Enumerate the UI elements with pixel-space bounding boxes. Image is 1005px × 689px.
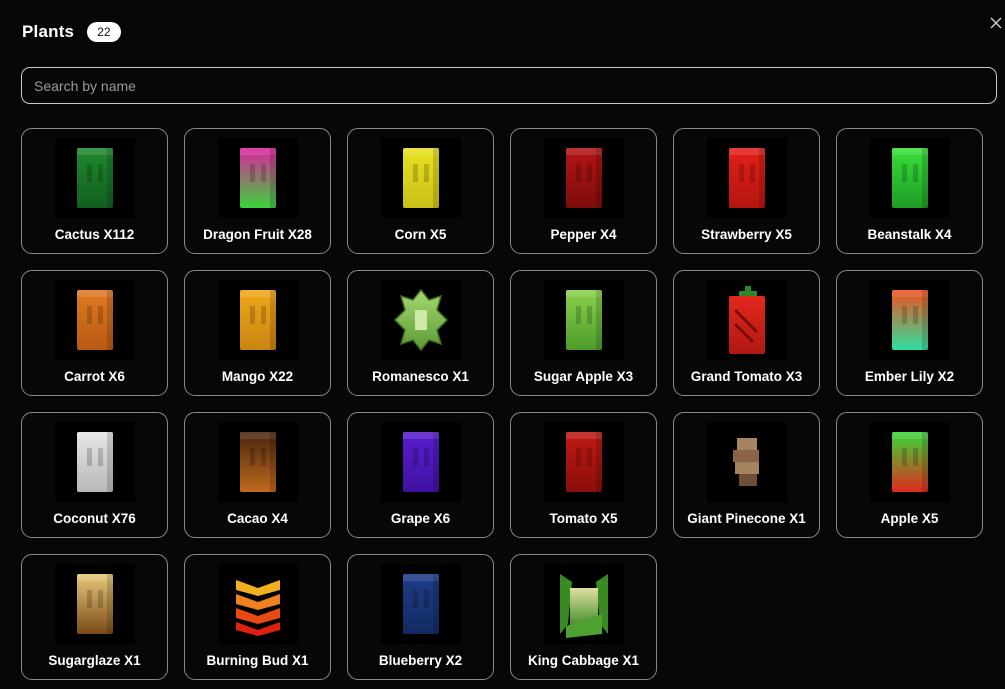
- strawberry-icon: [707, 138, 787, 218]
- plant-card[interactable]: Giant Pinecone X1: [673, 412, 820, 538]
- plant-label: Mango X22: [221, 369, 294, 384]
- sugar-apple-icon: [544, 280, 624, 360]
- plant-card[interactable]: Ember Lily X2: [836, 270, 983, 396]
- plant-card[interactable]: Apple X5: [836, 412, 983, 538]
- plant-card[interactable]: Grape X6: [347, 412, 494, 538]
- plant-label: Sugar Apple X3: [533, 369, 634, 384]
- plant-card[interactable]: Dragon Fruit X28: [184, 128, 331, 254]
- plant-label: Burning Bud X1: [206, 653, 309, 668]
- plant-label: Tomato X5: [549, 511, 618, 526]
- plant-card[interactable]: Corn X5: [347, 128, 494, 254]
- plant-card[interactable]: Grand Tomato X3: [673, 270, 820, 396]
- plant-card[interactable]: Romanesco X1: [347, 270, 494, 396]
- plant-label: Apple X5: [880, 511, 939, 526]
- burning-bud-icon: [218, 564, 298, 644]
- plant-label: Grape X6: [390, 511, 451, 526]
- romanesco-icon: [381, 280, 461, 360]
- plant-card[interactable]: Beanstalk X4: [836, 128, 983, 254]
- corn-icon: [381, 138, 461, 218]
- plant-label: Cacao X4: [227, 511, 288, 526]
- cacao-icon: [218, 422, 298, 502]
- plant-card[interactable]: Sugar Apple X3: [510, 270, 657, 396]
- beanstalk-icon: [870, 138, 950, 218]
- count-badge: 22: [87, 22, 121, 42]
- grand-tomato-icon: [707, 280, 787, 360]
- plant-card[interactable]: Pepper X4: [510, 128, 657, 254]
- plant-card[interactable]: Cactus X112: [21, 128, 168, 254]
- tomato-icon: [544, 422, 624, 502]
- plant-label: Pepper X4: [550, 227, 617, 242]
- plant-label: Strawberry X5: [701, 227, 792, 242]
- plant-label: Carrot X6: [64, 369, 125, 384]
- panel-header: Plants 22: [22, 22, 121, 42]
- blueberry-icon: [381, 564, 461, 644]
- close-icon[interactable]: [987, 14, 1005, 32]
- ember-lily-icon: [870, 280, 950, 360]
- plant-label: Blueberry X2: [378, 653, 463, 668]
- plant-label: Corn X5: [394, 227, 447, 242]
- carrot-icon: [55, 280, 135, 360]
- plant-card[interactable]: Tomato X5: [510, 412, 657, 538]
- plant-label: Beanstalk X4: [867, 227, 952, 242]
- plant-card[interactable]: Strawberry X5: [673, 128, 820, 254]
- plant-label: Cactus X112: [54, 227, 135, 242]
- plant-label: Ember Lily X2: [864, 369, 955, 384]
- plant-card[interactable]: Coconut X76: [21, 412, 168, 538]
- plant-card[interactable]: Cacao X4: [184, 412, 331, 538]
- plant-label: King Cabbage X1: [527, 653, 640, 668]
- plant-card[interactable]: Burning Bud X1: [184, 554, 331, 680]
- plant-card[interactable]: Mango X22: [184, 270, 331, 396]
- plant-label: Giant Pinecone X1: [687, 511, 806, 526]
- dragon-fruit-icon: [218, 138, 298, 218]
- mango-icon: [218, 280, 298, 360]
- plant-label: Sugarglaze X1: [48, 653, 141, 668]
- plant-label: Grand Tomato X3: [690, 369, 803, 384]
- coconut-icon: [55, 422, 135, 502]
- plant-card[interactable]: Sugarglaze X1: [21, 554, 168, 680]
- apple-icon: [870, 422, 950, 502]
- grape-icon: [381, 422, 461, 502]
- plant-card[interactable]: King Cabbage X1: [510, 554, 657, 680]
- search-input[interactable]: [21, 67, 997, 104]
- plant-label: Dragon Fruit X28: [203, 227, 312, 242]
- panel-title: Plants: [22, 22, 75, 41]
- king-cabbage-icon: [544, 564, 624, 644]
- plant-label: Romanesco X1: [372, 369, 469, 384]
- plant-card[interactable]: Blueberry X2: [347, 554, 494, 680]
- plant-label: Coconut X76: [53, 511, 136, 526]
- pepper-icon: [544, 138, 624, 218]
- plants-grid: Cactus X112 Dragon Fruit X28 Corn X5 Pepper…: [21, 128, 983, 680]
- pinecone-icon: [707, 422, 787, 502]
- plant-card[interactable]: Carrot X6: [21, 270, 168, 396]
- sugarglaze-icon: [55, 564, 135, 644]
- cactus-icon: [55, 138, 135, 218]
